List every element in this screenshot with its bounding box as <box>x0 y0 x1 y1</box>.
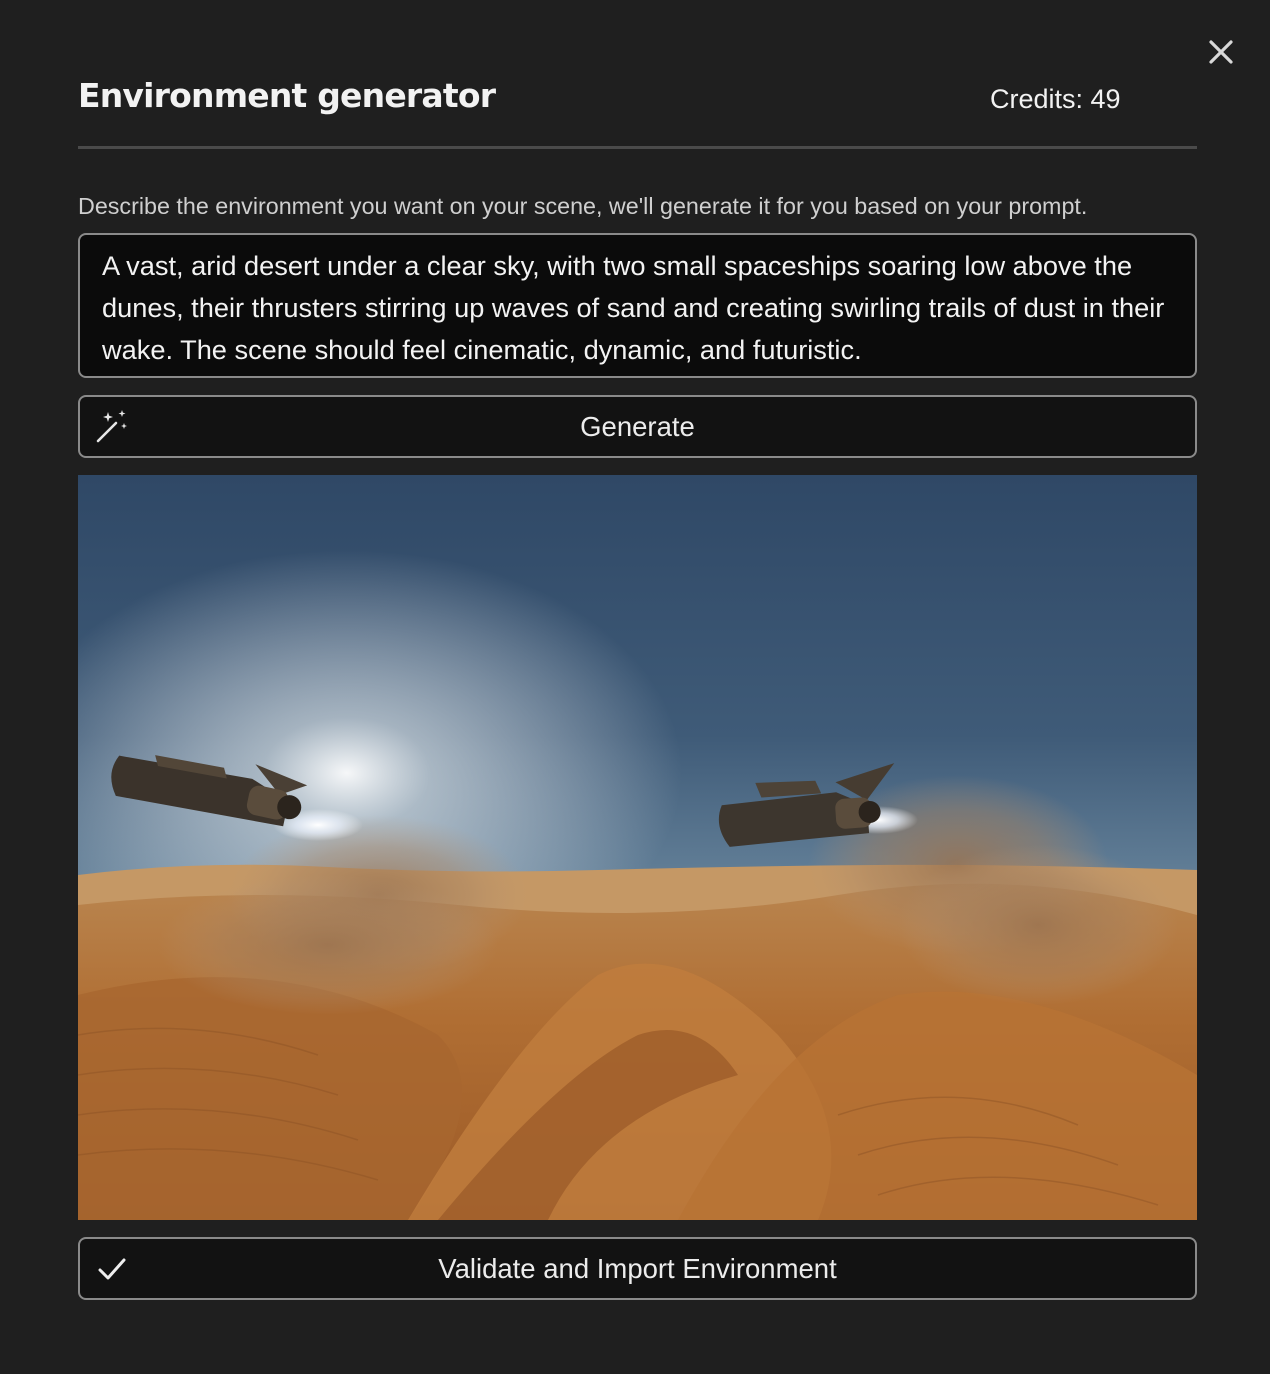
close-icon <box>1209 40 1233 64</box>
magic-wand-icon <box>94 409 130 445</box>
generate-button-label: Generate <box>580 410 695 442</box>
dialog-title: Environment generator <box>78 76 496 115</box>
prompt-description: Describe the environment you want on you… <box>78 193 1088 219</box>
checkmark-icon <box>94 1251 130 1287</box>
generate-button[interactable]: Generate <box>78 395 1197 458</box>
credits-counter: Credits: 49 <box>990 84 1121 114</box>
header-divider <box>78 146 1197 149</box>
validate-import-button-label: Validate and Import Environment <box>438 1252 837 1284</box>
generated-environment-preview <box>78 475 1197 1220</box>
prompt-textarea[interactable]: A vast, arid desert under a clear sky, w… <box>78 233 1197 378</box>
close-button[interactable] <box>1203 34 1239 70</box>
validate-import-button[interactable]: Validate and Import Environment <box>78 1237 1197 1300</box>
